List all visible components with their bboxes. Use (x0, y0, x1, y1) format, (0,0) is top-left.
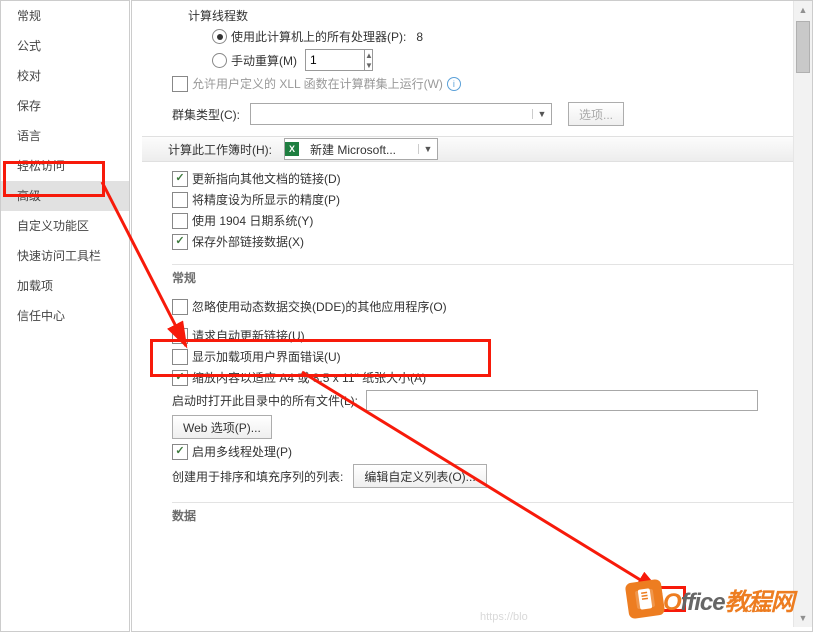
options-sidebar: 常规 公式 校对 保存 语言 轻松访问 高级 自定义功能区 快速访问工具栏 加载… (0, 0, 130, 632)
scroll-down-icon[interactable]: ▼ (794, 609, 812, 627)
nav-language[interactable]: 语言 (1, 121, 129, 151)
nav-formulas[interactable]: 公式 (1, 31, 129, 61)
checkbox-xll-cluster-label: 允许用户定义的 XLL 函数在计算群集上运行(W) (192, 75, 443, 92)
chevron-down-icon: ▼ (532, 109, 551, 119)
scroll-up-icon[interactable]: ▲ (794, 1, 812, 19)
web-options-button[interactable]: Web 选项(P)... (172, 415, 272, 439)
cluster-type-dropdown[interactable]: ▼ (250, 103, 552, 125)
nav-advanced[interactable]: 高级 (1, 181, 129, 211)
checkbox-dde-label: 忽略使用动态数据交换(DDE)的其他应用程序(O) (192, 298, 447, 315)
checkbox-save-external-label: 保存外部链接数据(X) (192, 233, 304, 250)
calc-workbook-dropdown[interactable]: X 新建 Microsoft... ▼ (284, 138, 438, 160)
checkbox-ask-update[interactable] (172, 328, 188, 344)
checkbox-precision[interactable] (172, 192, 188, 208)
radio-all-processors[interactable] (212, 29, 227, 44)
chevron-down-icon: ▼ (418, 144, 437, 154)
main-pane: 计算线程数 使用此计算机上的所有处理器(P): 8 手动重算(M) ▲▼ 允许用… (131, 0, 813, 632)
vertical-scrollbar[interactable]: ▲ ▼ (793, 1, 812, 627)
nav-ease-of-access[interactable]: 轻松访问 (1, 151, 129, 181)
section-heading-data: 数据 (172, 502, 802, 524)
checkbox-ask-update-label: 请求自动更新链接(U) (192, 327, 305, 344)
excel-file-icon: X (285, 142, 299, 156)
checkbox-multithread-label: 启用多线程处理(P) (192, 443, 292, 460)
checkbox-update-links-label: 更新指向其他文档的链接(D) (192, 170, 341, 187)
radio-all-processors-label: 使用此计算机上的所有处理器(P): 8 (231, 28, 423, 45)
edit-custom-list-button[interactable]: 编辑自定义列表(O)... (353, 464, 486, 488)
checkbox-dde[interactable] (172, 299, 188, 315)
threads-heading: 计算线程数 (188, 7, 802, 24)
checkbox-1904-label: 使用 1904 日期系统(Y) (192, 212, 313, 229)
checkbox-1904[interactable] (172, 213, 188, 229)
checkbox-scale-paper-label: 缩放内容以适应 A4 或 8.5 x 11" 纸张大小(A) (192, 369, 426, 386)
nav-save[interactable]: 保存 (1, 91, 129, 121)
nav-qat[interactable]: 快速访问工具栏 (1, 241, 129, 271)
watermark-url: https://blo (480, 611, 528, 623)
startup-folder-input[interactable] (366, 390, 758, 411)
checkbox-save-external[interactable] (172, 234, 188, 250)
calc-workbook-section-bar: 计算此工作簿时(H): X 新建 Microsoft... ▼ (142, 136, 802, 162)
cluster-type-label: 群集类型(C): (172, 106, 240, 123)
radio-manual-recalc-label: 手动重算(M) (231, 52, 297, 69)
manual-thread-spinner[interactable]: ▲▼ (305, 49, 373, 71)
manual-thread-input[interactable] (306, 50, 364, 70)
nav-customize-ribbon[interactable]: 自定义功能区 (1, 211, 129, 241)
checkbox-scale-paper[interactable] (172, 370, 188, 386)
checkbox-update-links[interactable] (172, 171, 188, 187)
info-icon[interactable]: i (447, 77, 461, 91)
spin-up-icon[interactable]: ▲ (365, 50, 373, 60)
nav-proofing[interactable]: 校对 (1, 61, 129, 91)
calc-workbook-label: 计算此工作簿时(H): (168, 141, 272, 158)
startup-folder-label: 启动时打开此目录中的所有文件(L): (172, 392, 358, 409)
custom-list-label: 创建用于排序和填充序列的列表: (172, 468, 343, 485)
checkbox-precision-label: 将精度设为所显示的精度(P) (192, 191, 340, 208)
checkbox-addin-errors[interactable] (172, 349, 188, 365)
spin-down-icon[interactable]: ▼ (365, 60, 373, 70)
checkbox-xll-cluster (172, 76, 188, 92)
checkbox-multithread[interactable] (172, 444, 188, 460)
nav-general[interactable]: 常规 (1, 1, 129, 31)
nav-trust-center[interactable]: 信任中心 (1, 301, 129, 331)
radio-manual-recalc[interactable] (212, 53, 227, 68)
cluster-options-button: 选项... (568, 102, 624, 126)
checkbox-addin-errors-label: 显示加载项用户界面错误(U) (192, 348, 341, 365)
scrollbar-thumb[interactable] (796, 21, 810, 73)
section-heading-general: 常规 (172, 264, 802, 286)
nav-addins[interactable]: 加载项 (1, 271, 129, 301)
